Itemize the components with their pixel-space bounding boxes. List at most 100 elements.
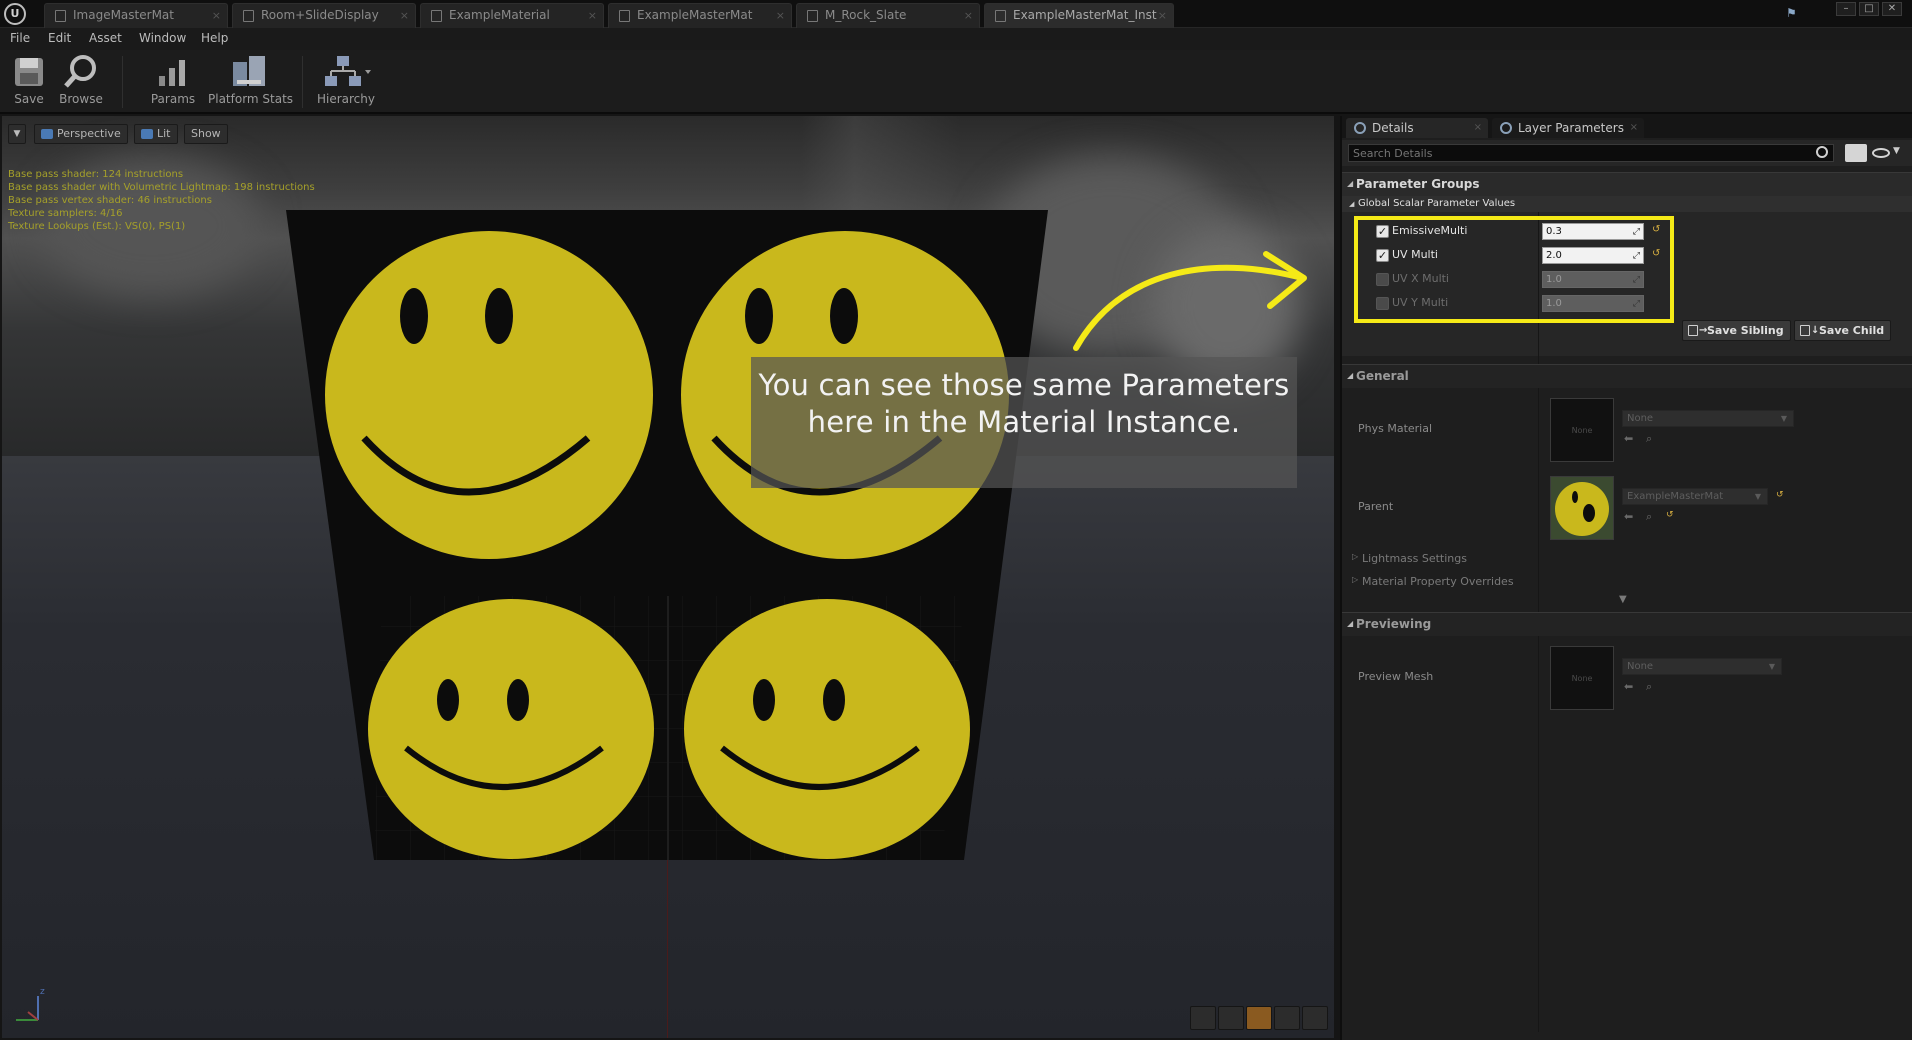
- browse-search-icon[interactable]: ⌕: [1646, 680, 1652, 694]
- save-child-button[interactable]: ↓ Save Child: [1794, 320, 1892, 341]
- use-selected-arrow-icon[interactable]: ⬅: [1624, 680, 1633, 693]
- lit-button[interactable]: Lit: [134, 124, 178, 144]
- details-icon: [1354, 122, 1366, 134]
- tab-label: ExampleMaterial: [449, 8, 550, 22]
- platform-stats-icon: [208, 54, 290, 92]
- preview-mesh-combo[interactable]: None ▼: [1622, 658, 1782, 675]
- preview-mesh-thumbnail[interactable]: None: [1550, 646, 1614, 710]
- custom-mesh-preview-icon[interactable]: [1302, 1006, 1328, 1030]
- search-icon: [1816, 146, 1828, 158]
- tab-details[interactable]: Details ×: [1346, 118, 1488, 138]
- tab-examplemastermat[interactable]: ExampleMasterMat ×: [608, 3, 792, 28]
- tab-m-rock-slate[interactable]: M_Rock_Slate ×: [796, 3, 980, 28]
- arrow-down-icon: ↓: [1811, 325, 1820, 336]
- chevron-down-icon[interactable]: ▼: [1893, 146, 1900, 156]
- section-parameter-groups[interactable]: ◢ Parameter Groups: [1342, 172, 1912, 196]
- phys-material-combo[interactable]: None ▼: [1622, 410, 1794, 427]
- perspective-button[interactable]: Perspective: [34, 124, 128, 144]
- close-icon[interactable]: ×: [1158, 4, 1167, 27]
- tab-label: ExampleMasterMat_Inst: [1013, 8, 1157, 22]
- lightmass-settings-expander[interactable]: ▷ Lightmass Settings: [1352, 552, 1467, 565]
- advanced-expand-icon[interactable]: ▼: [1619, 594, 1627, 605]
- search-details-input[interactable]: [1348, 144, 1834, 162]
- save-button[interactable]: Save: [10, 52, 48, 110]
- show-button[interactable]: Show: [184, 124, 228, 144]
- menu-window[interactable]: Window: [139, 31, 186, 45]
- maximize-button[interactable]: □: [1859, 2, 1879, 16]
- perspective-icon: [41, 129, 53, 139]
- close-icon[interactable]: ×: [588, 4, 597, 27]
- hierarchy-button[interactable]: Hierarchy: [316, 52, 376, 110]
- sphere-preview-icon[interactable]: [1218, 1006, 1244, 1030]
- menu-asset[interactable]: Asset: [89, 31, 122, 45]
- close-icon[interactable]: ×: [400, 4, 409, 27]
- expand-arrow-icon: ◢: [1349, 200, 1355, 208]
- tab-examplemastermat-inst[interactable]: ExampleMasterMat_Inst ×: [984, 3, 1174, 28]
- combo-value: None: [1627, 413, 1654, 424]
- parent-thumbnail[interactable]: [1550, 476, 1614, 540]
- stats-line: Texture samplers: 4/16: [8, 208, 123, 219]
- section-general[interactable]: ◢ General: [1342, 364, 1912, 388]
- save-sibling-button[interactable]: → Save Sibling: [1682, 320, 1791, 341]
- menu-file[interactable]: File: [10, 31, 30, 45]
- tab-imagemastermat[interactable]: ImageMasterMat ×: [44, 3, 228, 28]
- use-selected-arrow-icon[interactable]: ⬅: [1624, 432, 1633, 445]
- shader-stats: Base pass shader: 124 instructions Base …: [8, 168, 315, 233]
- close-icon[interactable]: ×: [1630, 118, 1638, 138]
- platform-stats-button[interactable]: Platform Stats: [208, 52, 294, 110]
- preview-shape-toolbar: [1190, 1006, 1328, 1030]
- material-asset-icon: [807, 10, 818, 22]
- tab-examplematerial[interactable]: ExampleMaterial ×: [420, 3, 604, 28]
- browse-button[interactable]: Browse: [58, 52, 104, 110]
- stats-line: Base pass shader: 124 instructions: [8, 169, 184, 180]
- cube-preview-icon[interactable]: [1274, 1006, 1300, 1030]
- close-icon[interactable]: ×: [212, 4, 221, 27]
- parent-label: Parent: [1358, 500, 1394, 513]
- notification-icon[interactable]: ⚑: [1786, 6, 1800, 20]
- caption-box: You can see those same Parameters here i…: [751, 357, 1297, 488]
- stats-line: Texture Lookups (Est.): VS(0), PS(1): [8, 221, 186, 232]
- save-label: Save: [14, 92, 44, 106]
- expand-arrow-icon: ◢: [1347, 619, 1354, 628]
- save-icon: [10, 54, 48, 92]
- phys-material-label: Phys Material: [1358, 422, 1433, 435]
- phys-material-thumbnail[interactable]: None: [1550, 398, 1614, 462]
- tab-layer-parameters[interactable]: Layer Parameters ×: [1492, 118, 1644, 138]
- global-scalar-group[interactable]: ◢ Global Scalar Parameter Values: [1342, 196, 1912, 212]
- parent-combo[interactable]: ExampleMasterMat ▼: [1622, 488, 1768, 505]
- reset-to-default-icon[interactable]: ↺: [1666, 510, 1674, 520]
- arrow-right-icon: →: [1699, 325, 1708, 336]
- section-title: General: [1356, 369, 1409, 383]
- combo-value: None: [1627, 661, 1654, 672]
- plane-preview-icon[interactable]: [1246, 1006, 1272, 1030]
- caption-text: You can see those same Parameters here i…: [758, 368, 1290, 439]
- section-previewing[interactable]: ◢ Previewing: [1342, 612, 1912, 636]
- stats-line: Base pass shader with Volumetric Lightma…: [8, 182, 315, 193]
- menu-help[interactable]: Help: [201, 31, 228, 45]
- show-label: Show: [191, 127, 221, 140]
- platform-stats-label: Platform Stats: [208, 92, 294, 106]
- material-property-overrides-expander[interactable]: ▷ Material Property Overrides: [1352, 575, 1514, 588]
- grid-view-icon[interactable]: [1845, 144, 1867, 162]
- close-icon[interactable]: ×: [1474, 118, 1482, 138]
- close-icon[interactable]: ×: [964, 4, 973, 27]
- tab-room-slidedisplay[interactable]: Room+SlideDisplay ×: [232, 3, 416, 28]
- menu-bar: File Edit Asset Window Help: [0, 28, 1912, 50]
- browse-search-icon[interactable]: ⌕: [1646, 510, 1652, 524]
- close-window-button[interactable]: ✕: [1882, 2, 1902, 16]
- eye-icon[interactable]: [1872, 148, 1890, 158]
- close-icon[interactable]: ×: [776, 4, 785, 27]
- params-button[interactable]: Params: [148, 52, 198, 110]
- svg-text:z: z: [40, 987, 45, 997]
- reset-to-default-icon[interactable]: ↺: [1776, 490, 1784, 500]
- menu-edit[interactable]: Edit: [48, 31, 71, 45]
- stats-line: Base pass vertex shader: 46 instructions: [8, 195, 212, 206]
- level-asset-icon: [243, 10, 254, 22]
- browse-icon: [58, 54, 104, 92]
- browse-search-icon[interactable]: ⌕: [1646, 432, 1652, 446]
- minimize-button[interactable]: –: [1836, 2, 1856, 16]
- cylinder-preview-icon[interactable]: [1190, 1006, 1216, 1030]
- smiley-face: [368, 599, 654, 859]
- use-selected-arrow-icon[interactable]: ⬅: [1624, 510, 1633, 523]
- viewport-options-button[interactable]: ▼: [8, 124, 26, 144]
